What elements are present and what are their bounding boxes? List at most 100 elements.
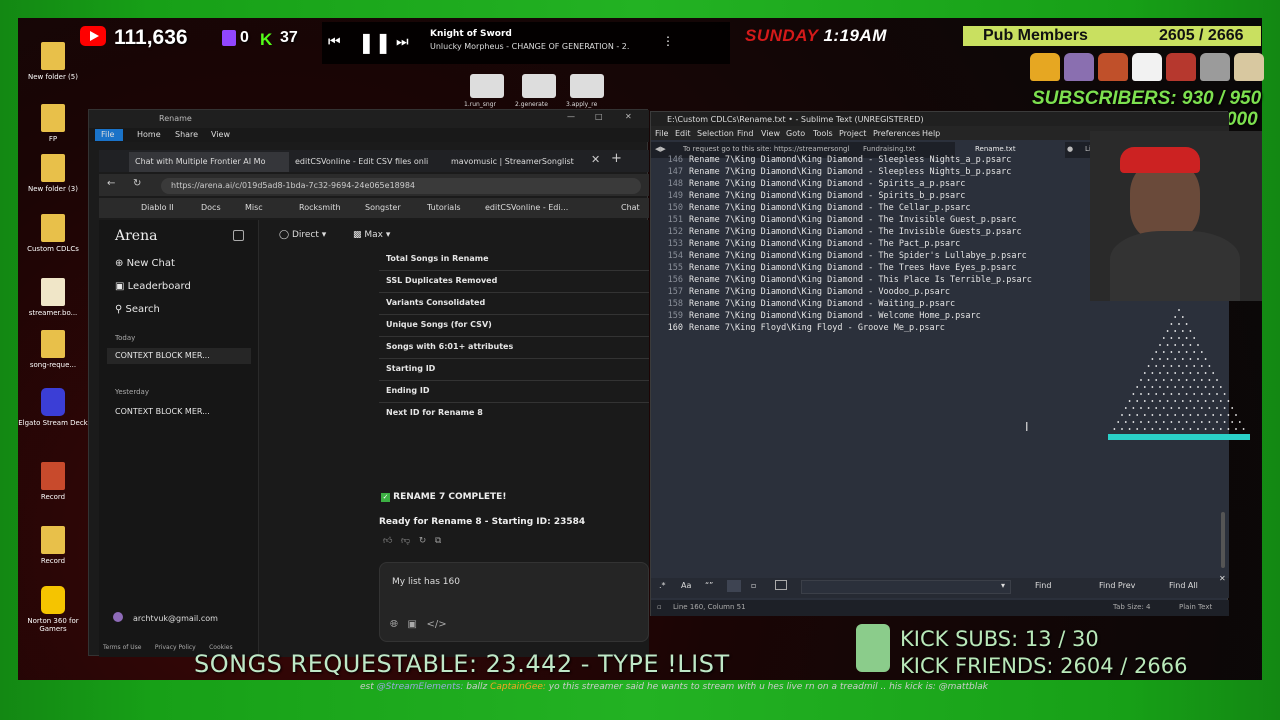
desktop-icon-folder[interactable]: New folder (3) (18, 154, 88, 193)
tab-fundraising[interactable]: Fundraising.txt (863, 145, 915, 153)
minimize-icon[interactable]: — (567, 112, 575, 121)
code-line[interactable]: 146 Rename 7\King Diamond\King Diamond - … (651, 154, 1091, 166)
ribbon-home[interactable]: Home (137, 130, 161, 139)
more-options-icon[interactable]: ⋮ (662, 34, 674, 48)
desktop-icon-fp[interactable]: FP (18, 104, 88, 143)
image-icon[interactable]: ▣ (408, 619, 417, 630)
code-line[interactable]: 152 Rename 7\King Diamond\King Diamond - … (651, 226, 1091, 238)
previous-track-icon[interactable]: ⏮ (328, 34, 341, 50)
code-line[interactable]: 154 Rename 7\King Diamond\King Diamond - … (651, 250, 1091, 262)
menu-view[interactable]: View (761, 129, 780, 138)
desktop-icon-elgato[interactable]: Elgato Stream Deck (18, 388, 88, 427)
bookmark[interactable]: Docs (201, 203, 221, 212)
find-prev-button[interactable]: Find Prev (1099, 581, 1135, 590)
panel-icon[interactable]: ▫ (657, 603, 662, 611)
wrap-icon[interactable] (727, 580, 741, 592)
sidebar-toggle-icon[interactable] (233, 230, 244, 241)
scrollbar[interactable] (1221, 512, 1225, 568)
menu-tools[interactable]: Tools (813, 129, 833, 138)
desktop-icon-norton[interactable]: Norton 360 for Gamers (18, 586, 88, 633)
thumb-2[interactable] (522, 74, 556, 98)
menu-preferences[interactable]: Preferences (873, 129, 920, 138)
case-icon[interactable]: Aa (681, 581, 691, 590)
globe-icon[interactable]: 🌐︎ (390, 619, 398, 630)
ribbon-view[interactable]: View (211, 130, 230, 139)
tab-editcsv[interactable]: editCSVonline - Edit CSV files onli (289, 152, 439, 172)
syntax[interactable]: Plain Text (1179, 603, 1212, 611)
bookmark[interactable]: editCSVonline - Edi... (485, 203, 568, 212)
code-line[interactable]: 153 Rename 7\King Diamond\King Diamond - … (651, 238, 1091, 250)
arena-logo[interactable]: Arena (115, 228, 157, 244)
next-track-icon[interactable]: ⏭ (396, 34, 409, 50)
desktop-icon-record[interactable]: Record (18, 462, 88, 501)
user-email[interactable]: archtvuk@gmail.com (133, 614, 218, 623)
thumb-1[interactable] (470, 74, 504, 98)
menu-edit[interactable]: Edit (675, 129, 691, 138)
mode-direct-dropdown[interactable]: ◯ Direct ▾ (279, 230, 326, 240)
thumbs-down-icon[interactable]: 👎︎ (401, 536, 410, 546)
close-find-icon[interactable]: ✕ (1219, 574, 1226, 583)
chat-input-box[interactable]: My list has 160 🌐︎ ▣ </> (379, 562, 649, 642)
reload-icon[interactable]: ↻ (133, 178, 141, 189)
back-icon[interactable]: ← (107, 178, 115, 189)
code-line[interactable]: 149 Rename 7\King Diamond\King Diamond - … (651, 190, 1091, 202)
code-line[interactable]: 159 Rename 7\King Diamond\King Diamond - … (651, 310, 1091, 322)
new-chat-button[interactable]: ⊕ New Chat (115, 258, 175, 269)
in-selection-icon[interactable]: ▫ (751, 581, 756, 590)
code-line[interactable]: 157 Rename 7\King Diamond\King Diamond - … (651, 286, 1091, 298)
desktop-icon-songreq[interactable]: song-reque... (18, 330, 88, 369)
code-line[interactable]: 160 Rename 7\King Floyd\King Floyd - Groo… (651, 322, 1091, 334)
new-tab-icon[interactable]: + (611, 151, 622, 166)
bookmark[interactable]: Songster (365, 203, 401, 212)
close-tab-icon[interactable]: ✕ (591, 153, 600, 166)
chat-history-item[interactable]: CONTEXT BLOCK MER... (107, 348, 251, 364)
tab-size[interactable]: Tab Size: 4 (1113, 603, 1150, 611)
thumbs-up-icon[interactable]: 👍︎ (383, 536, 392, 546)
menu-file[interactable]: File (655, 129, 668, 138)
code-line[interactable]: 148 Rename 7\King Diamond\King Diamond - … (651, 178, 1091, 190)
code-line[interactable]: 158 Rename 7\King Diamond\King Diamond - … (651, 298, 1091, 310)
code-line[interactable]: 151 Rename 7\King Diamond\King Diamond - … (651, 214, 1091, 226)
close-icon[interactable]: ✕ (625, 112, 632, 121)
menu-project[interactable]: Project (839, 129, 866, 138)
search-link[interactable]: ⚲ Search (115, 304, 160, 315)
tab-songlist[interactable]: mavomusic | StreamerSonglist (445, 152, 585, 172)
menu-find[interactable]: Find (737, 129, 753, 138)
desktop-icon-cdlcs[interactable]: Custom CDLCs (18, 214, 88, 253)
chat-history-item[interactable]: CONTEXT BLOCK MER... (107, 404, 218, 419)
highlight-icon[interactable] (775, 580, 787, 590)
avatar[interactable] (113, 612, 123, 622)
code-line[interactable]: 147 Rename 7\King Diamond\King Diamond - … (651, 166, 1091, 178)
code-line[interactable]: 156 Rename 7\King Diamond\King Diamond - … (651, 274, 1091, 286)
bookmark[interactable]: Diablo II (141, 203, 174, 212)
tab-request[interactable]: To request go to this site: https://stre… (683, 145, 849, 153)
find-button[interactable]: Find (1035, 581, 1051, 590)
terms-link[interactable]: Terms of Use (103, 644, 141, 651)
ribbon-file[interactable]: File (95, 129, 123, 141)
desktop-icon-folder[interactable]: New folder (5) (18, 42, 88, 81)
desktop-icon-streamer[interactable]: streamer.bo... (18, 278, 88, 317)
find-input[interactable] (801, 580, 1011, 594)
code-icon[interactable]: </> (427, 619, 447, 630)
code-line[interactable]: 150 Rename 7\King Diamond\King Diamond - … (651, 202, 1091, 214)
thumb-3[interactable] (570, 74, 604, 98)
menu-selection[interactable]: Selection (697, 129, 734, 138)
menu-goto[interactable]: Goto (786, 129, 805, 138)
tab-dirty-icon[interactable]: ● (1067, 145, 1073, 153)
regenerate-icon[interactable]: ↻ (419, 536, 427, 546)
find-all-button[interactable]: Find All (1169, 581, 1198, 590)
menu-help[interactable]: Help (922, 129, 940, 138)
ribbon-share[interactable]: Share (175, 130, 198, 139)
url-input[interactable]: https://arena.ai/c/019d5ad8-1bda-7c32-96… (161, 178, 641, 194)
desktop-icon-record[interactable]: Record (18, 526, 88, 565)
find-history-icon[interactable]: ▾ (1001, 581, 1005, 590)
bookmark[interactable]: Rocksmith (299, 203, 341, 212)
whole-word-icon[interactable]: “” (705, 581, 713, 590)
privacy-link[interactable]: Privacy Policy (155, 644, 196, 651)
regex-icon[interactable]: .* (659, 581, 666, 590)
tab-arena[interactable]: Chat with Multiple Frontier AI Mo (129, 152, 289, 172)
maximize-icon[interactable]: □ (595, 112, 603, 121)
tab-nav-icon[interactable]: ◀▶ (655, 145, 666, 153)
copy-icon[interactable]: ⧉ (435, 536, 441, 546)
code-line[interactable]: 155 Rename 7\King Diamond\King Diamond - … (651, 262, 1091, 274)
